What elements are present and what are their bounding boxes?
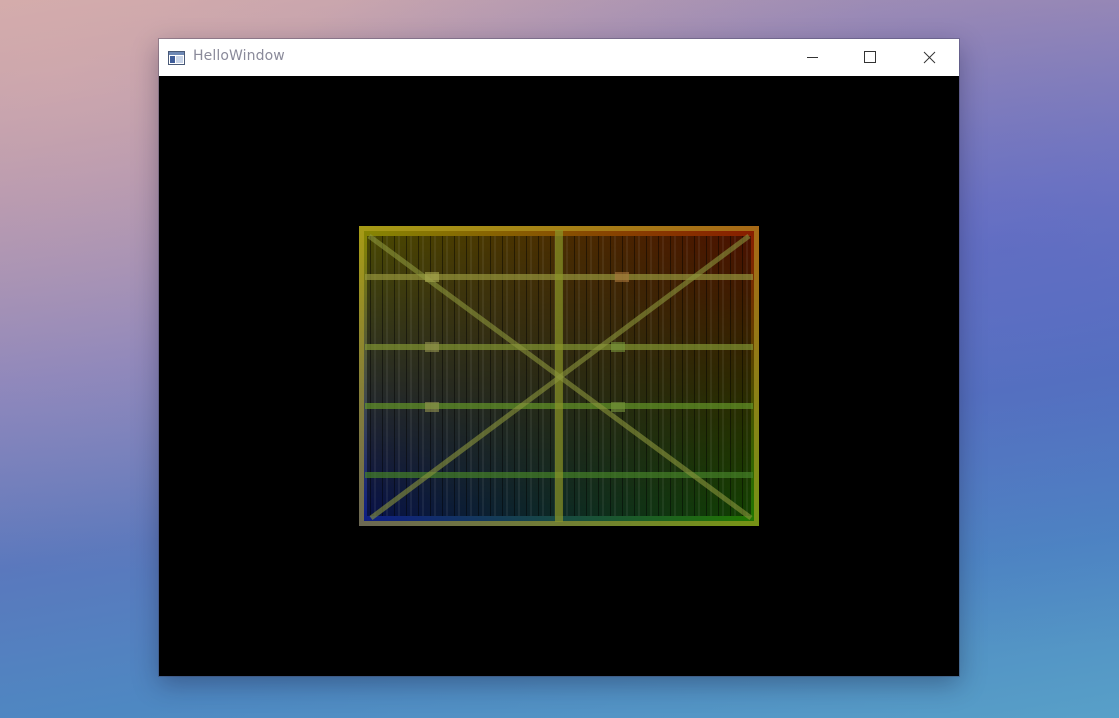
render-viewport[interactable] — [159, 76, 959, 676]
minimize-button[interactable] — [783, 39, 841, 76]
maximize-icon — [864, 51, 876, 63]
textured-quad — [358, 225, 760, 527]
container-texture-image — [358, 225, 760, 527]
app-window: HelloWindow — [159, 39, 959, 676]
window-title: HelloWindow — [193, 48, 285, 64]
close-icon — [923, 51, 936, 64]
minimize-icon — [807, 57, 818, 58]
close-button[interactable] — [899, 39, 959, 76]
maximize-button[interactable] — [841, 39, 899, 76]
title-bar[interactable]: HelloWindow — [159, 39, 959, 76]
app-window-icon — [168, 50, 185, 65]
